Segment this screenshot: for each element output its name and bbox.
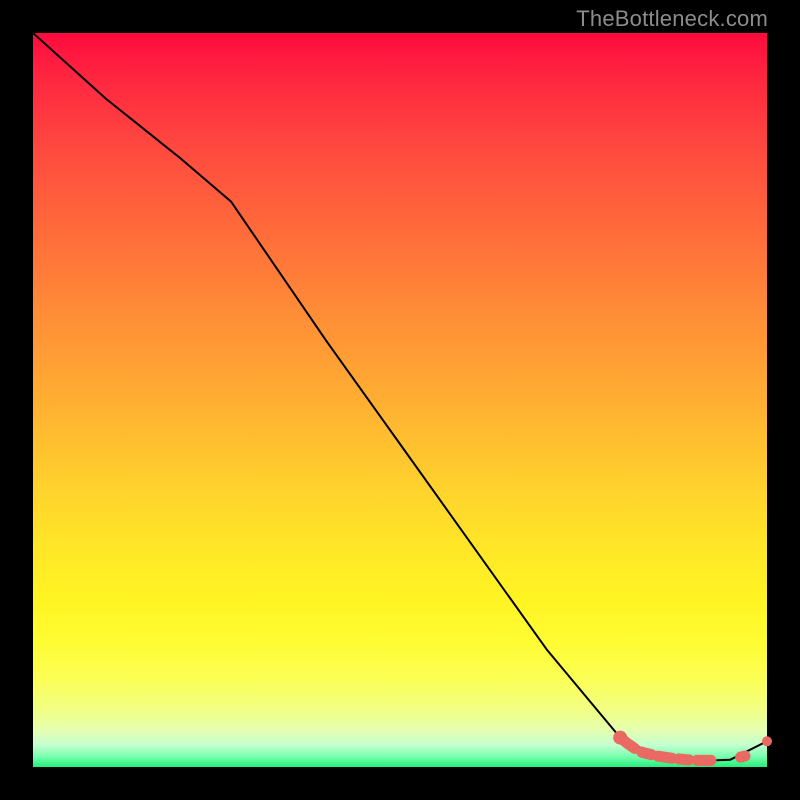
watermark-text: TheBottleneck.com bbox=[576, 6, 768, 32]
coral-markers bbox=[613, 731, 772, 761]
black-line bbox=[33, 33, 767, 761]
chart-overlay bbox=[33, 33, 767, 767]
chart-container: TheBottleneck.com bbox=[0, 0, 800, 800]
